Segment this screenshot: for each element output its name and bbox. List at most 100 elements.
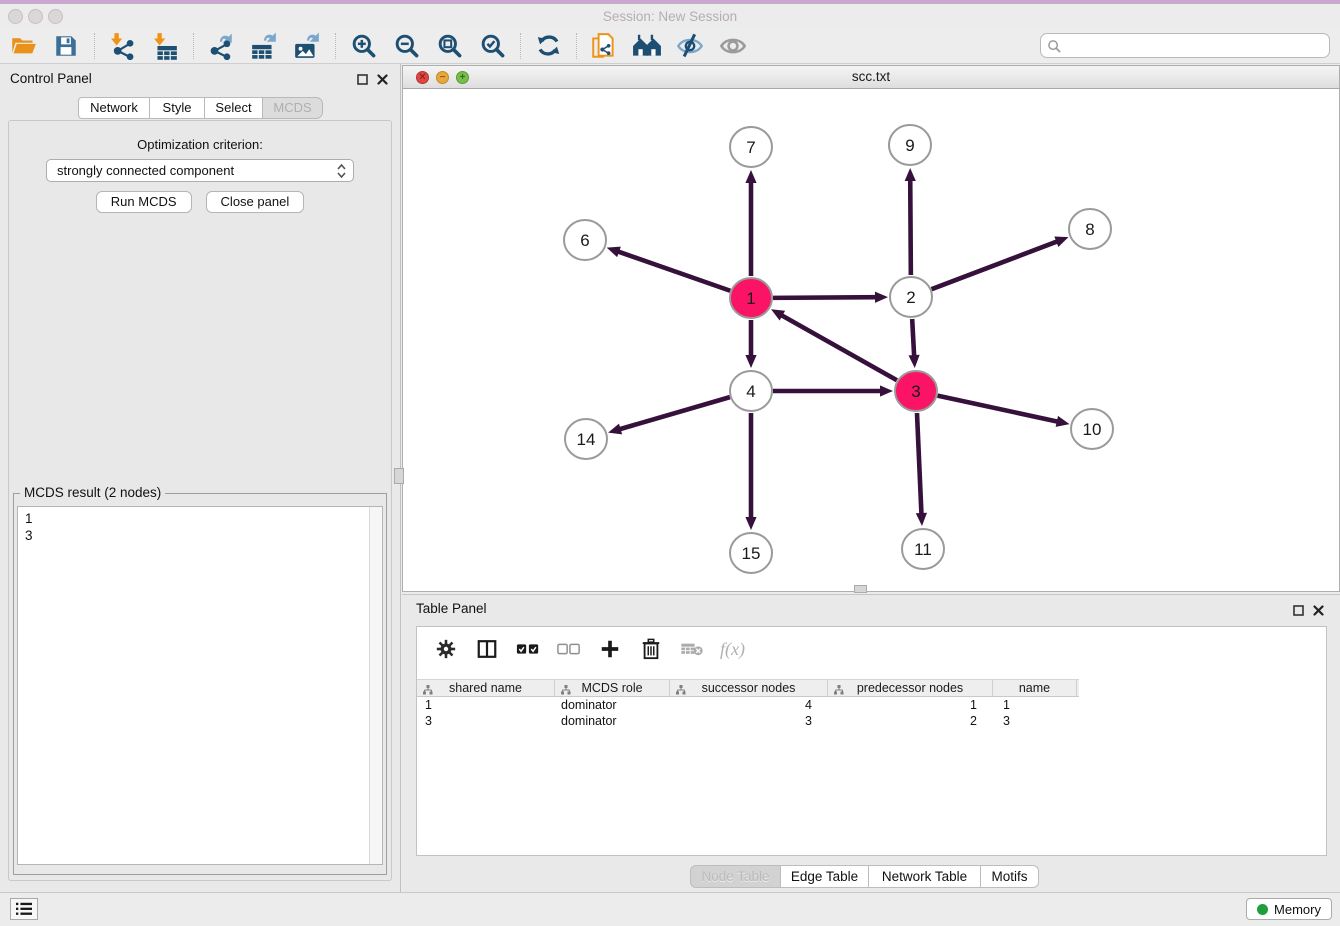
column-label: MCDS role (581, 681, 642, 695)
window-title: Session: New Session (0, 9, 1340, 24)
close-table-panel-icon[interactable] (1313, 603, 1324, 621)
zoom-fit-button[interactable] (434, 31, 464, 61)
refresh-icon (535, 32, 562, 59)
graph-node-3[interactable]: 3 (895, 371, 937, 411)
graph-node-6[interactable]: 6 (564, 220, 606, 260)
graph-edge-4-14[interactable] (619, 397, 730, 429)
new-network-from-selection-button[interactable] (589, 31, 619, 61)
graph-edge-3-11[interactable] (917, 413, 922, 515)
eye-slash-icon (676, 32, 704, 60)
open-session-button[interactable] (8, 31, 38, 61)
graph-node-14[interactable]: 14 (565, 419, 607, 459)
show-columns-button[interactable] (474, 636, 500, 662)
select-all-rows-button[interactable] (515, 636, 541, 662)
graph-node-8[interactable]: 8 (1069, 209, 1111, 249)
column-header-predecessor-nodes[interactable]: predecessor nodes (828, 680, 993, 696)
graph-edge-arrowhead (1056, 416, 1070, 427)
float-panel-icon[interactable] (357, 72, 368, 90)
graph-edge-2-9[interactable] (910, 179, 911, 275)
import-table-button[interactable] (150, 31, 180, 61)
table-settings-button[interactable] (433, 636, 459, 662)
graph-edge-1-6[interactable] (617, 251, 730, 291)
graph-node-10[interactable]: 10 (1071, 409, 1113, 449)
save-session-button[interactable] (51, 31, 81, 61)
graph-node-4[interactable]: 4 (730, 371, 772, 411)
run-mcds-button[interactable]: Run MCDS (96, 191, 192, 213)
graph-edge-2-8[interactable] (932, 241, 1059, 289)
optimization-criterion-select[interactable]: strongly connected component (46, 159, 354, 182)
table-cell[interactable]: 1 (993, 697, 1077, 713)
graph-node-7[interactable]: 7 (730, 127, 772, 167)
table-cell[interactable]: dominator (555, 697, 670, 713)
import-network-button[interactable] (107, 31, 137, 61)
first-neighbors-button[interactable] (632, 31, 662, 61)
horizontal-splitter-handle[interactable] (854, 585, 867, 593)
table-cell[interactable]: 1 (828, 697, 993, 713)
table-row[interactable]: 3dominator323 (417, 713, 1079, 729)
close-panel-icon[interactable] (377, 72, 388, 90)
graph-node-label: 15 (742, 544, 761, 563)
network-graph[interactable]: 7 9 6 8 1 2 4 3 14 10 15 11 (403, 89, 1339, 591)
graph-edge-2-3[interactable] (912, 319, 914, 357)
tab-style[interactable]: Style (150, 97, 205, 119)
graph-node-label: 4 (746, 382, 755, 401)
table-cell[interactable]: 3 (417, 713, 555, 729)
table-cell[interactable]: dominator (555, 713, 670, 729)
mcds-result-list[interactable]: 1 3 (17, 506, 383, 865)
zoom-in-button[interactable] (348, 31, 378, 61)
graph-edge-arrowhead (908, 355, 919, 368)
graph-node-9[interactable]: 9 (889, 125, 931, 165)
app-window: Session: New Session (0, 0, 1340, 926)
node-table-container: f(x) shared name MCDS role successor nod… (416, 626, 1327, 856)
zoom-selected-button[interactable] (477, 31, 507, 61)
table-cell[interactable]: 1 (417, 697, 555, 713)
houses-icon (632, 32, 662, 60)
hide-selected-button[interactable] (675, 31, 705, 61)
show-all-button[interactable] (718, 31, 748, 61)
tab-motifs[interactable]: Motifs (981, 865, 1039, 888)
graph-node-2[interactable]: 2 (890, 277, 932, 317)
table-cell[interactable]: 2 (828, 713, 993, 729)
search-input[interactable] (1065, 35, 1325, 56)
result-scrollbar[interactable] (369, 507, 382, 864)
table-cell[interactable]: 3 (670, 713, 828, 729)
column-header-mcds-role[interactable]: MCDS role (555, 680, 670, 696)
graph-node-1[interactable]: 1 (730, 278, 772, 318)
float-table-panel-icon[interactable] (1293, 603, 1304, 621)
graph-node-11[interactable]: 11 (902, 529, 944, 569)
add-row-button[interactable] (597, 636, 623, 662)
tab-network-table[interactable]: Network Table (869, 865, 981, 888)
mcds-result-box: MCDS result (2 nodes) 1 3 (13, 493, 387, 875)
deselect-all-rows-button[interactable] (556, 636, 582, 662)
graph-edge-3-10[interactable] (938, 396, 1059, 422)
export-image-button[interactable] (292, 31, 322, 61)
table-row[interactable]: 1dominator411 (417, 697, 1079, 713)
graph-node-15[interactable]: 15 (730, 533, 772, 573)
tab-network[interactable]: Network (78, 97, 150, 119)
zoom-out-button[interactable] (391, 31, 421, 61)
tab-edge-table[interactable]: Edge Table (781, 865, 869, 888)
export-image-icon (293, 32, 321, 60)
delete-table-button[interactable] (679, 636, 705, 662)
vertical-splitter-handle[interactable] (394, 468, 404, 484)
delete-row-button[interactable] (638, 636, 664, 662)
export-table-button[interactable] (249, 31, 279, 61)
close-panel-button[interactable]: Close panel (206, 191, 305, 213)
task-history-button[interactable] (10, 898, 38, 920)
table-cell[interactable]: 3 (993, 713, 1077, 729)
refresh-button[interactable] (533, 31, 563, 61)
table-cell[interactable]: 4 (670, 697, 828, 713)
function-builder-button[interactable]: f(x) (720, 636, 745, 662)
memory-button[interactable]: Memory (1246, 898, 1332, 920)
column-header-name[interactable]: name (993, 680, 1077, 696)
column-header-shared-name[interactable]: shared name (417, 680, 555, 696)
graph-edge-3-1[interactable] (781, 315, 897, 381)
network-window-titlebar[interactable]: ✕ − + scc.txt (403, 66, 1339, 89)
tab-node-table[interactable]: Node Table (690, 865, 781, 888)
network-canvas[interactable]: 7 9 6 8 1 2 4 3 14 10 15 11 (403, 89, 1339, 591)
tab-mcds[interactable]: MCDS (263, 97, 323, 119)
graph-edge-1-2[interactable] (773, 297, 877, 298)
export-network-button[interactable] (206, 31, 236, 61)
column-header-successor-nodes[interactable]: successor nodes (670, 680, 828, 696)
tab-select[interactable]: Select (205, 97, 263, 119)
